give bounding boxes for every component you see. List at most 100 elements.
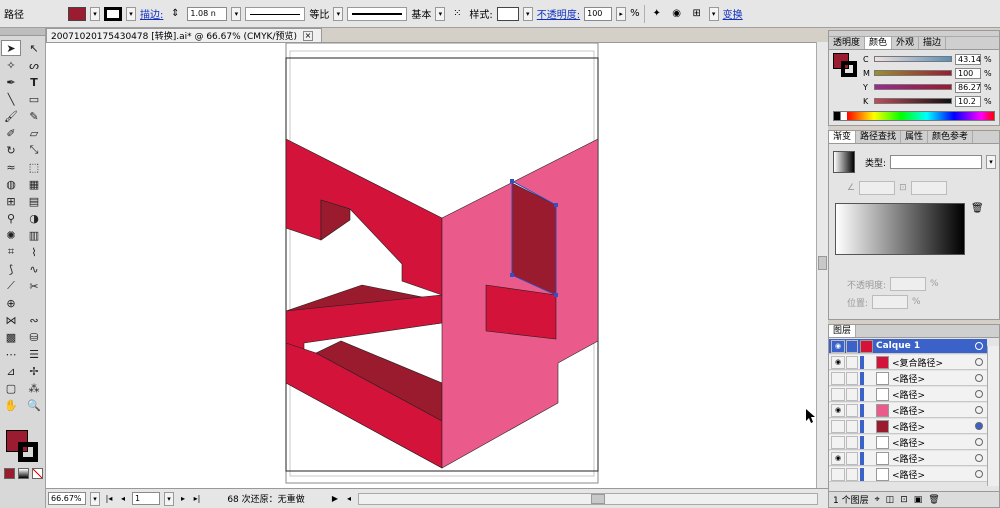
black-value[interactable]: 10.2 — [955, 95, 981, 107]
locate-object-icon[interactable]: ⌖ — [875, 495, 880, 505]
opacity-dropdown[interactable]: ▸ — [616, 6, 627, 21]
lock-toggle[interactable] — [846, 355, 858, 369]
fill-tool-icon[interactable]: ⛁ — [24, 329, 44, 345]
symbol-sprayer-tool-icon[interactable]: ✺ — [1, 227, 21, 243]
anchor-point[interactable] — [510, 179, 514, 183]
page-dropdown[interactable]: ▾ — [164, 491, 174, 506]
magic-wand-tool-icon[interactable]: ✧ — [1, 57, 21, 73]
eye-icon[interactable]: ◉ — [831, 451, 845, 465]
stroke-link[interactable]: 描边: — [140, 6, 163, 21]
layer-row[interactable]: ◉ Calque 1 — [829, 339, 987, 354]
lock-toggle[interactable] — [846, 387, 858, 401]
tab-color-guide[interactable]: 颜色参考 — [928, 131, 974, 143]
tools-grip[interactable] — [0, 28, 45, 36]
stroke-weight-dropdown[interactable]: ▾ — [231, 6, 242, 21]
opacity-field[interactable]: 100 — [584, 6, 613, 21]
last-page-icon[interactable]: ▸| — [192, 494, 202, 503]
trash-icon[interactable]: 🗑 — [971, 203, 984, 214]
yellow-value[interactable]: 86.27 — [955, 81, 981, 93]
hand-tool-icon[interactable]: ✋ — [1, 397, 21, 413]
color-mode-icon[interactable] — [4, 468, 15, 479]
variable-width-profile[interactable] — [245, 6, 306, 21]
shape-builder-tool-icon[interactable]: ◍ — [1, 176, 21, 192]
stroke-box[interactable] — [18, 442, 38, 462]
tab-gradient[interactable]: 渐变 — [829, 131, 857, 143]
slice-tool-icon[interactable]: ⌇ — [24, 244, 44, 260]
align-dropdown[interactable]: ▾ — [708, 6, 719, 21]
next-page-icon[interactable]: ▸ — [178, 494, 188, 503]
lock-toggle[interactable] — [846, 403, 858, 417]
gradient-swatch[interactable] — [833, 151, 855, 173]
gradient-mode-icon[interactable] — [18, 468, 29, 479]
knife-tool-icon[interactable]: ⟋ — [1, 278, 21, 294]
tab-pathfinder[interactable]: 路径查找 — [856, 131, 902, 143]
wave-tool-icon[interactable]: ∾ — [24, 312, 44, 328]
vertical-scrollbar[interactable] — [816, 42, 828, 488]
lock-toggle[interactable] — [846, 419, 858, 433]
warp-tool-icon[interactable]: ≈ — [1, 159, 21, 175]
magenta-slider[interactable] — [874, 70, 952, 76]
horizontal-scroll-thumb[interactable] — [591, 493, 605, 504]
cyan-slider[interactable] — [874, 56, 952, 62]
gradient-tool-icon[interactable]: ▤ — [24, 193, 44, 209]
blob-brush-tool-icon[interactable]: ✐ — [1, 125, 21, 141]
brush-dropdown[interactable]: ▾ — [435, 6, 446, 21]
lock-toggle[interactable] — [846, 435, 858, 449]
eye-icon[interactable] — [831, 467, 845, 481]
aspect-field[interactable] — [910, 181, 947, 195]
eye-icon[interactable]: ◉ — [831, 403, 845, 417]
paintbrush-tool-icon[interactable]: 🖌 — [1, 108, 21, 124]
sublayer-row[interactable]: <路径> — [829, 387, 987, 402]
tab-stroke[interactable]: 描边 — [919, 37, 947, 49]
wand-icon[interactable]: ✦ — [649, 6, 665, 22]
pen-tool-icon[interactable]: ✒ — [1, 74, 21, 90]
scale-tool-icon[interactable]: ⤡ — [24, 142, 44, 158]
gradient-type-select[interactable] — [890, 155, 983, 169]
eye-icon[interactable]: ◉ — [831, 355, 845, 369]
first-page-icon[interactable]: |◂ — [104, 494, 114, 503]
scroll-left-icon[interactable]: ◂ — [344, 494, 354, 503]
crosshair-tool-icon[interactable]: ⊕ — [1, 295, 21, 311]
profile-dropdown[interactable]: ▾ — [333, 6, 344, 21]
eraser-tool-icon[interactable]: ▱ — [24, 125, 44, 141]
color-fill-stroke[interactable] — [833, 53, 859, 79]
perspective-grid-tool-icon[interactable]: ▦ — [24, 176, 44, 192]
scissors-tool-icon[interactable]: ✂ — [24, 278, 44, 294]
anchor-point[interactable] — [554, 203, 558, 207]
black-slider[interactable] — [874, 98, 952, 104]
width-tool-icon[interactable]: ∿ — [24, 261, 44, 277]
sublayer-row[interactable]: <路径> — [829, 467, 987, 482]
align-icon[interactable]: ⊞ — [689, 6, 705, 22]
flare-tool-icon[interactable]: ⋯ — [1, 346, 21, 362]
scatter-tool-icon[interactable]: ⁂ — [24, 380, 44, 396]
vertical-scroll-thumb[interactable] — [818, 256, 827, 270]
recolor-icon[interactable]: ⁙ — [449, 6, 465, 22]
artboard-tool-icon[interactable]: ⌗ — [1, 244, 21, 260]
sublayer-row[interactable]: ◉ <复合路径> — [829, 355, 987, 370]
target-icon[interactable] — [975, 438, 983, 446]
zoom-dropdown[interactable]: ▾ — [90, 491, 100, 506]
zoom-field[interactable]: 66.67% — [48, 492, 86, 505]
pencil-tool-icon[interactable]: ✎ — [24, 108, 44, 124]
tab-color[interactable]: 颜色 — [865, 37, 893, 49]
gradient-opacity-field[interactable] — [890, 277, 927, 291]
fill-dropdown[interactable]: ▾ — [90, 6, 100, 21]
target-icon[interactable] — [975, 358, 983, 366]
tab-layers[interactable]: 图层 — [829, 325, 857, 337]
target-icon[interactable] — [975, 374, 983, 382]
new-layer-icon[interactable]: ▣ — [914, 495, 923, 505]
target-icon[interactable] — [975, 390, 983, 398]
gradient-type-dropdown[interactable]: ▾ — [986, 155, 997, 169]
document-tab[interactable]: 20071020175430478 [转换].ai* @ 66.67% (CMY… — [46, 28, 322, 42]
mesh-tool-icon[interactable]: ⊞ — [1, 193, 21, 209]
brush-definition[interactable] — [347, 6, 408, 21]
tab-appearance[interactable]: 外观 — [892, 37, 920, 49]
graph-tool-icon[interactable]: ▩ — [1, 329, 21, 345]
opacity-link[interactable]: 不透明度: — [537, 6, 580, 21]
sublayer-row[interactable]: <路径> — [829, 419, 987, 434]
eye-icon[interactable] — [831, 419, 845, 433]
eyedropper-tool-icon[interactable]: ⚲ — [1, 210, 21, 226]
sublayer-row[interactable]: ◉ <路径> — [829, 451, 987, 466]
live-paint-tool-icon[interactable]: ⟆ — [1, 261, 21, 277]
close-icon[interactable]: × — [303, 30, 314, 41]
